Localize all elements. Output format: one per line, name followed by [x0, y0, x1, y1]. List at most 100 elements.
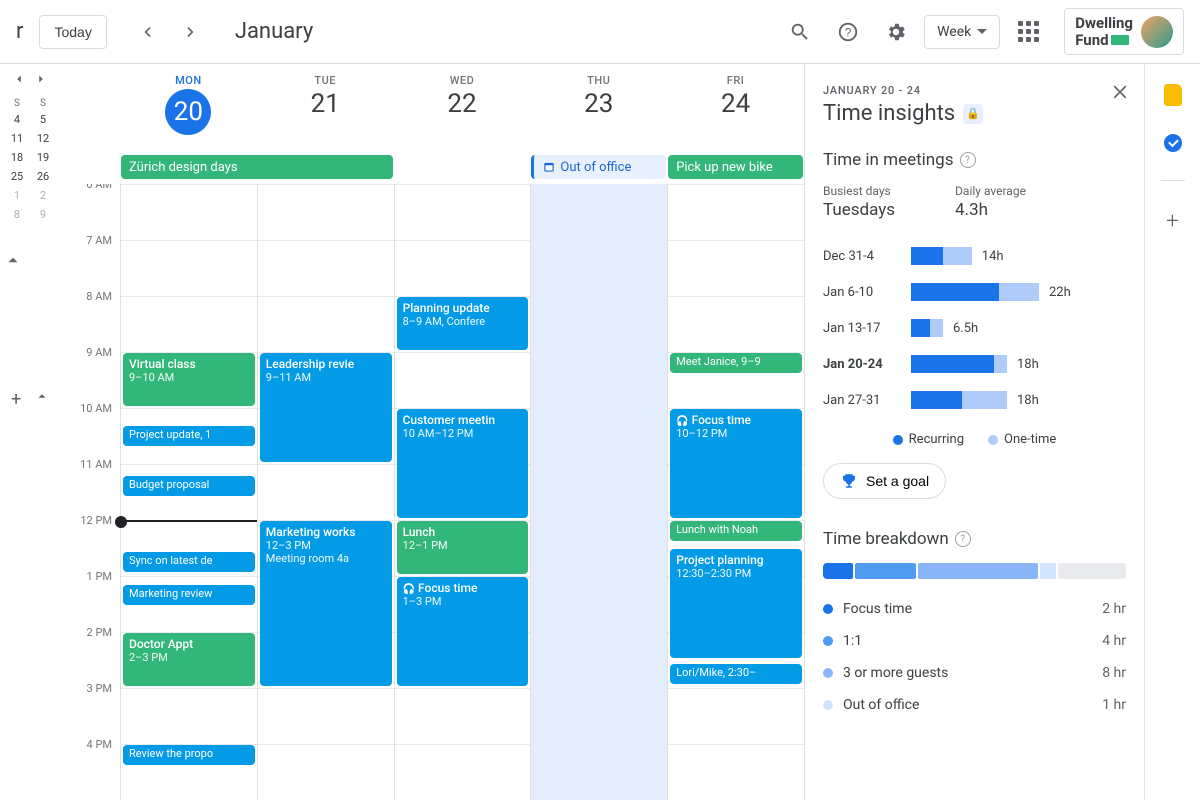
settings-button[interactable]	[876, 12, 916, 52]
mini-date[interactable]: 9	[33, 208, 53, 221]
help-icon[interactable]: ?	[960, 152, 976, 168]
mini-date[interactable]: 8	[7, 208, 27, 221]
time-label: 6 AM	[60, 184, 120, 234]
day-column[interactable]: Leadership revie9–11 AM Marketing works12…	[257, 184, 394, 800]
day-abbr: FRI	[667, 74, 804, 87]
calendar-event[interactable]: Focus time1–3 PM	[397, 577, 529, 686]
week-bar-row[interactable]: Jan 20-2418h	[823, 346, 1126, 382]
mini-date[interactable]: 26	[33, 170, 53, 183]
calendar-event[interactable]: Doctor Appt2–3 PM	[123, 633, 255, 686]
mini-day-abbr: S	[14, 98, 20, 109]
breakdown-row[interactable]: Out of office1 hr	[823, 689, 1126, 721]
week-bar-row[interactable]: Jan 13-176.5h	[823, 310, 1126, 346]
calendar-event[interactable]: Meet Janice, 9–9	[670, 353, 802, 373]
calendar-event[interactable]: Customer meetin10 AM–12 PM	[397, 409, 529, 518]
busiest-value: Tuesdays	[823, 200, 895, 220]
insights-title: Time insights	[823, 101, 955, 126]
calendar-event[interactable]: Lori/Mike, 2:30–	[670, 664, 802, 684]
day-header[interactable]: MON20	[120, 64, 257, 154]
mini-date[interactable]: 19	[33, 151, 53, 164]
help-icon[interactable]: ?	[955, 531, 971, 547]
breakdown-row[interactable]: Focus time2 hr	[823, 593, 1126, 625]
day-column[interactable]: Virtual class9–10 AM Project update, 1 Bud…	[120, 184, 257, 800]
tasks-icon[interactable]	[1164, 134, 1182, 152]
account-logo[interactable]: Dwelling Fund	[1064, 8, 1184, 55]
day-number: 21	[257, 89, 394, 119]
day-header[interactable]: FRI 24	[667, 64, 804, 154]
calendar-event[interactable]: Leadership revie9–11 AM	[260, 353, 392, 462]
mini-date[interactable]: 1	[7, 189, 27, 202]
search-button[interactable]	[780, 12, 820, 52]
allday-event-ooo[interactable]: Out of office	[531, 155, 666, 179]
chevron-right-icon	[181, 22, 201, 42]
calendar-event[interactable]: Focus time10–12 PM	[670, 409, 802, 518]
calendar-event[interactable]: Planning update8–9 AM, Confere	[397, 297, 529, 350]
calendar-event[interactable]: Lunch12–1 PM	[397, 521, 529, 574]
allday-event[interactable]: Pick up new bike	[668, 155, 803, 179]
day-header[interactable]: TUE21	[257, 64, 394, 154]
mini-date[interactable]: 12	[33, 132, 53, 145]
calendar-event[interactable]: Lunch with Noah	[670, 521, 802, 541]
close-panel-button[interactable]	[1110, 82, 1130, 102]
calendar-event[interactable]: Review the propo	[123, 745, 255, 765]
mini-prev-icon[interactable]	[12, 72, 26, 86]
calendar-event[interactable]: Budget proposal	[123, 476, 255, 496]
mini-next-icon[interactable]	[34, 72, 48, 86]
apps-button[interactable]	[1008, 12, 1048, 52]
mini-date[interactable]: 5	[33, 113, 53, 126]
lock-icon: 🔒	[963, 104, 983, 124]
legend-recurring: Recurring	[909, 432, 964, 447]
day-header[interactable]: WED22	[394, 64, 531, 154]
avatar[interactable]	[1141, 16, 1173, 48]
week-bar-row[interactable]: Jan 27-3118h	[823, 382, 1126, 418]
mini-collapse-button[interactable]	[4, 251, 56, 269]
legend-onetime: One-time	[1004, 432, 1056, 447]
time-label: 12 PM	[60, 514, 120, 570]
day-abbr: THU	[530, 74, 667, 87]
day-column[interactable]: Meet Janice, 9–9 Focus time10–12 PM Lunch …	[667, 184, 804, 800]
calendar-event[interactable]: Marketing works12–3 PMMeeting room 4a	[260, 521, 392, 686]
week-bar-row[interactable]: Dec 31-414h	[823, 238, 1126, 274]
caret-down-icon	[977, 27, 987, 37]
trophy-icon	[840, 472, 858, 490]
breakdown-row[interactable]: 1:14 hr	[823, 625, 1126, 657]
add-addon-button[interactable]: +	[1166, 209, 1178, 234]
keep-icon[interactable]	[1164, 84, 1182, 106]
allday-event[interactable]: Zürich design days	[121, 155, 393, 179]
time-label: 4 PM	[60, 738, 120, 794]
insights-date-range: JANUARY 20 - 24	[823, 84, 1126, 97]
mini-chevron[interactable]	[35, 389, 49, 410]
mini-date[interactable]: 25	[7, 170, 27, 183]
view-selector[interactable]: Week	[924, 15, 1000, 49]
mini-date[interactable]: 11	[7, 132, 27, 145]
day-header[interactable]: THU23	[530, 64, 667, 154]
time-label: 3 PM	[60, 682, 120, 738]
meetings-section-title: Time in meetings	[823, 150, 954, 170]
week-bar-row[interactable]: Jan 6-1022h	[823, 274, 1126, 310]
avg-label: Daily average	[955, 184, 1026, 198]
avg-value: 4.3h	[955, 200, 1026, 220]
next-period-button[interactable]	[171, 12, 211, 52]
today-button[interactable]: Today	[39, 15, 106, 49]
day-number: 22	[394, 89, 531, 119]
calendar-event[interactable]: Virtual class9–10 AM	[123, 353, 255, 406]
side-panel-rail: +	[1144, 64, 1200, 800]
add-calendar-button[interactable]: +	[11, 389, 21, 410]
mini-date[interactable]: 18	[7, 151, 27, 164]
day-column[interactable]: Planning update8–9 AM, Confere Customer m…	[394, 184, 531, 800]
day-column[interactable]	[530, 184, 667, 800]
prev-period-button[interactable]	[127, 12, 167, 52]
mini-date[interactable]: 4	[7, 113, 27, 126]
time-label: 1 PM	[60, 570, 120, 626]
help-icon: ?	[837, 21, 859, 43]
logo-text: Dwelling Fund	[1075, 15, 1133, 48]
calendar-event[interactable]: Marketing review	[123, 585, 255, 605]
set-goal-button[interactable]: Set a goal	[823, 463, 946, 499]
calendar-event[interactable]: Project update, 1	[123, 426, 255, 446]
day-number: 24	[667, 89, 804, 119]
help-button[interactable]: ?	[828, 12, 868, 52]
calendar-event[interactable]: Project planning12:30–2:30 PM	[670, 549, 802, 658]
mini-date[interactable]: 2	[33, 189, 53, 202]
calendar-event[interactable]: Sync on latest de	[123, 552, 255, 572]
breakdown-row[interactable]: 3 or more guests8 hr	[823, 657, 1126, 689]
